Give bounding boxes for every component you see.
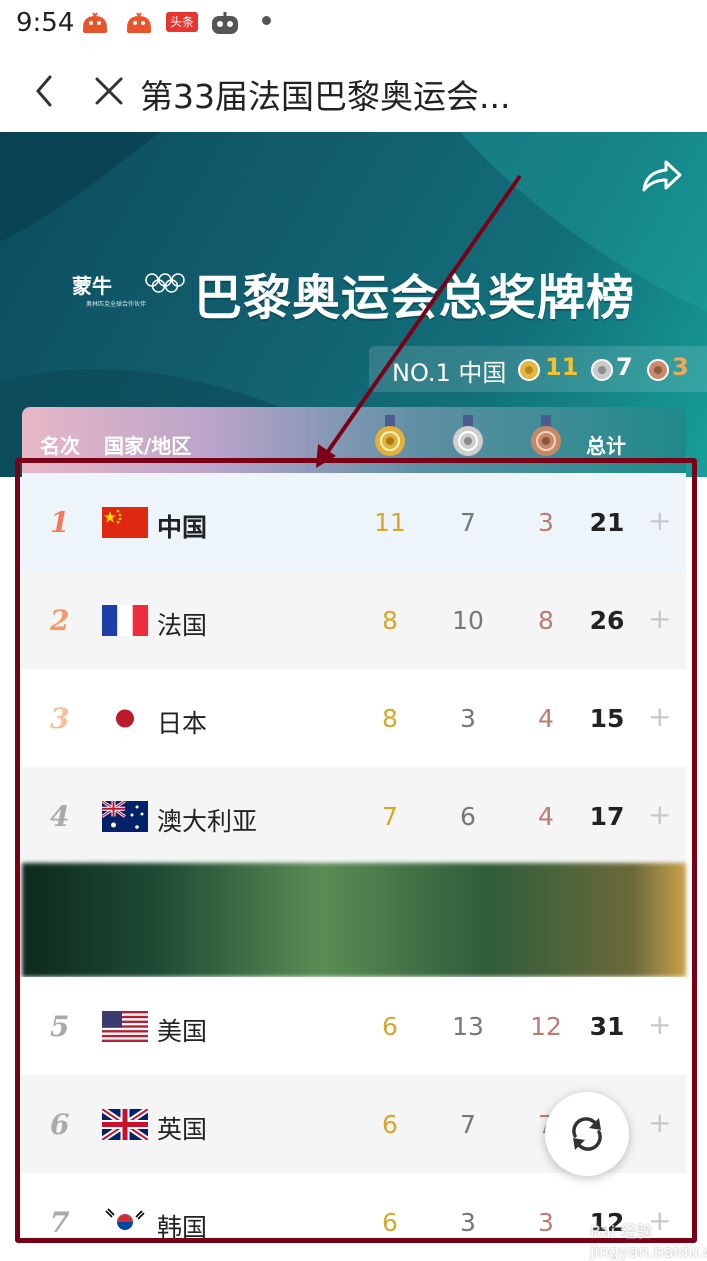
status-time: 9:54 [16, 8, 75, 38]
app-notification-icon [83, 12, 107, 33]
banner-title: 巴黎奥运会总奖牌榜 [194, 270, 636, 326]
share-icon[interactable] [640, 158, 684, 194]
back-icon[interactable] [30, 74, 60, 108]
leader-gold: 11 [545, 353, 579, 381]
refresh-icon [572, 1117, 602, 1151]
refresh-button[interactable] [545, 1092, 629, 1176]
header-rank: 名次 [40, 434, 80, 458]
brand-tagline: 奥林匹克全球合作伙伴 [86, 301, 147, 308]
header-total: 总计 [586, 434, 626, 458]
gold-medal-icon [375, 415, 405, 456]
gold-medal-icon [518, 359, 540, 381]
leader-label: NO.1 中国 [392, 359, 507, 387]
page-title: 第33届法国巴黎奥运会... [140, 77, 511, 116]
watermark: Bai 经验 jingyan.baidu.com [590, 1222, 707, 1261]
olympic-rings-icon [145, 273, 185, 293]
more-notifications-dot [262, 16, 271, 25]
close-icon[interactable] [94, 76, 124, 106]
header-country: 国家/地区 [104, 434, 192, 458]
leader-bronze: 3 [672, 353, 689, 381]
silver-medal-icon [591, 359, 613, 381]
bronze-medal-icon [647, 359, 669, 381]
app-notification-icon [127, 12, 151, 33]
bronze-medal-icon [531, 415, 561, 456]
game-app-icon [212, 12, 238, 34]
leader-silver: 7 [616, 353, 633, 381]
brand-logo: 蒙牛 [72, 274, 112, 298]
toutiao-icon: 头条 [166, 12, 198, 32]
silver-medal-icon [453, 415, 483, 456]
